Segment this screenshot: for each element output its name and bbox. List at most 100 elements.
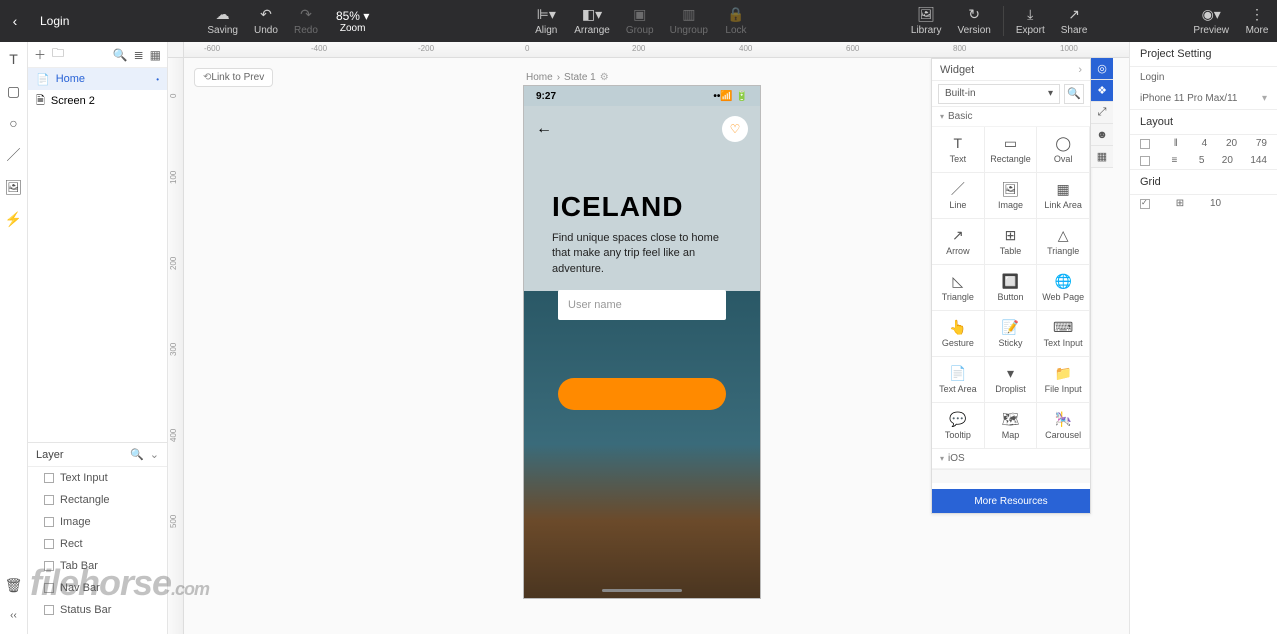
- layer-item[interactable]: Status Bar: [28, 599, 167, 621]
- layout-title: Layout: [1130, 109, 1277, 135]
- widget-icon: ▾: [1007, 365, 1014, 381]
- interaction-tool[interactable]: ⚡: [5, 210, 23, 228]
- widget-carousel[interactable]: 🎠Carousel: [1037, 403, 1090, 449]
- layer-item[interactable]: Text Input: [28, 467, 167, 489]
- widget-library-dropdown[interactable]: Built-in▾: [938, 84, 1060, 104]
- widget-file-input[interactable]: 📁File Input: [1037, 357, 1090, 403]
- image-tool[interactable]: 🖼: [5, 178, 23, 196]
- more-resources-button[interactable]: More Resources: [932, 489, 1090, 513]
- widget-tooltip[interactable]: 💬Tooltip: [932, 403, 985, 449]
- layer-item[interactable]: Tab Bar: [28, 555, 167, 577]
- columns-icon: ‖: [1169, 138, 1183, 149]
- mode-expand-icon[interactable]: ⤢: [1091, 102, 1113, 124]
- arrange-button[interactable]: ◧▾Arrange: [566, 0, 618, 42]
- version-button[interactable]: ↻Version: [949, 0, 998, 42]
- rect-tool[interactable]: ▢: [5, 82, 23, 100]
- widget-category-ios[interactable]: iOS: [932, 449, 1090, 469]
- widget-search-icon[interactable]: 🔍: [1064, 84, 1084, 104]
- search-pages-icon[interactable]: 🔍: [113, 48, 128, 62]
- page-item-home[interactable]: 📄Home•: [28, 68, 167, 90]
- widget-link-area[interactable]: ▦Link Area: [1037, 173, 1090, 219]
- widget-collapse-icon[interactable]: ›: [1078, 64, 1082, 76]
- link-prev-pill[interactable]: ⟲Link to Prev: [194, 68, 273, 87]
- widget-icon: 📁: [1054, 365, 1071, 381]
- ungroup-icon: ▥: [682, 7, 695, 23]
- widget-rectangle[interactable]: ▭Rectangle: [985, 127, 1038, 173]
- text-tool[interactable]: T: [5, 50, 23, 68]
- widget-text-input[interactable]: ⌨Text Input: [1037, 311, 1090, 357]
- rows-icon: ≡: [1167, 155, 1181, 166]
- pages-panel: ＋ 🗀 🔍 ≣ ▦ 📄Home•🗎Screen 2: [28, 42, 168, 442]
- list-view-icon[interactable]: ≣: [134, 48, 144, 62]
- add-folder-icon[interactable]: 🗀: [52, 44, 64, 65]
- grid-row[interactable]: ⊞ 10: [1130, 195, 1277, 212]
- primary-button[interactable]: [558, 378, 726, 410]
- group-button[interactable]: ▣Group: [618, 0, 662, 42]
- more-icon: ⋮: [1250, 7, 1264, 23]
- widget-arrow[interactable]: ↗Arrow: [932, 219, 985, 265]
- more-button[interactable]: ⋮More: [1237, 0, 1277, 42]
- widget-oval[interactable]: ◯Oval: [1037, 127, 1090, 173]
- props-project-name: Login: [1130, 67, 1277, 88]
- lock-button[interactable]: 🔒Lock: [716, 0, 756, 42]
- heart-icon[interactable]: ♡: [722, 116, 748, 142]
- widget-image[interactable]: 🖼Image: [985, 173, 1038, 219]
- export-icon: ⤓: [1027, 7, 1033, 23]
- undo-button[interactable]: ↶Undo: [246, 0, 286, 42]
- widget-map[interactable]: 🗺Map: [985, 403, 1038, 449]
- widget-icon: 🎠: [1054, 411, 1071, 427]
- collapse-button[interactable]: ‹‹: [5, 606, 23, 624]
- layer-options-icon[interactable]: ⌄: [150, 448, 159, 461]
- export-button[interactable]: ⤓Export: [1008, 0, 1053, 42]
- widget-triangle[interactable]: △Triangle: [1037, 219, 1090, 265]
- widget-sticky[interactable]: 📝Sticky: [985, 311, 1038, 357]
- widget-line[interactable]: ／Line: [932, 173, 985, 219]
- widget-icon: ◯: [1055, 135, 1071, 151]
- redo-button[interactable]: ↷Redo: [286, 0, 326, 42]
- widget-icon: ▦: [1057, 181, 1070, 197]
- trash-button[interactable]: 🗑: [5, 576, 23, 594]
- status-bar: 9:27 ••📶 🔋: [524, 86, 760, 106]
- line-tool[interactable]: ／: [5, 146, 23, 164]
- widget-table[interactable]: ⊞Table: [985, 219, 1038, 265]
- add-page-icon[interactable]: ＋: [34, 46, 46, 63]
- username-input[interactable]: User name: [558, 290, 726, 320]
- oval-tool[interactable]: ○: [5, 114, 23, 132]
- layout-row-columns[interactable]: ‖ 42079: [1130, 135, 1277, 152]
- layer-item[interactable]: Image: [28, 511, 167, 533]
- device-frame[interactable]: 9:27 ••📶 🔋 ← ♡ ICELAND Find unique space…: [524, 86, 760, 598]
- back-button[interactable]: ‹: [0, 13, 30, 29]
- mode-components-icon[interactable]: ❖: [1091, 80, 1113, 102]
- mode-comment-icon[interactable]: ☻: [1091, 124, 1113, 146]
- preview-button[interactable]: ◉▾Preview: [1185, 0, 1237, 42]
- mode-widgets-icon[interactable]: ◎: [1091, 58, 1113, 80]
- mode-grid-icon[interactable]: ▦: [1091, 146, 1113, 168]
- widget-text-area[interactable]: 📄Text Area: [932, 357, 985, 403]
- layer-item[interactable]: Nav Bar: [28, 577, 167, 599]
- share-button[interactable]: ↗Share: [1053, 0, 1096, 42]
- search-layers-icon[interactable]: 🔍: [130, 448, 144, 461]
- layer-item[interactable]: Rectangle: [28, 489, 167, 511]
- widget-category-basic[interactable]: Basic: [932, 107, 1090, 127]
- library-button[interactable]: 🖼Library: [903, 0, 950, 42]
- device-back-icon[interactable]: ←: [536, 120, 552, 138]
- widget-web-page[interactable]: 🌐Web Page: [1037, 265, 1090, 311]
- align-button[interactable]: ⊫▾Align: [526, 0, 566, 42]
- ungroup-button[interactable]: ▥Ungroup: [662, 0, 716, 42]
- device-selector[interactable]: iPhone 11 Pro Max/11 ▾: [1130, 88, 1277, 109]
- widget-icon: 🖼: [1002, 181, 1020, 197]
- widget-gesture[interactable]: 👆Gesture: [932, 311, 985, 357]
- layout-row-rows[interactable]: ≡ 520144: [1130, 152, 1277, 169]
- saving-button[interactable]: ☁Saving: [199, 0, 246, 42]
- status-signal-icons: ••📶 🔋: [713, 91, 748, 102]
- grid-view-icon[interactable]: ▦: [150, 48, 161, 62]
- widget-button[interactable]: 🔲Button: [985, 265, 1038, 311]
- widget-triangle[interactable]: ◺Triangle: [932, 265, 985, 311]
- zoom-control[interactable]: 85% ▾Zoom: [326, 0, 379, 42]
- gear-icon[interactable]: ⚙: [600, 72, 609, 83]
- layer-item[interactable]: Rect: [28, 533, 167, 555]
- undo-icon: ↶: [260, 7, 272, 23]
- widget-droplist[interactable]: ▾Droplist: [985, 357, 1038, 403]
- widget-text[interactable]: TText: [932, 127, 985, 173]
- page-item-screen-2[interactable]: 🗎Screen 2: [28, 90, 167, 112]
